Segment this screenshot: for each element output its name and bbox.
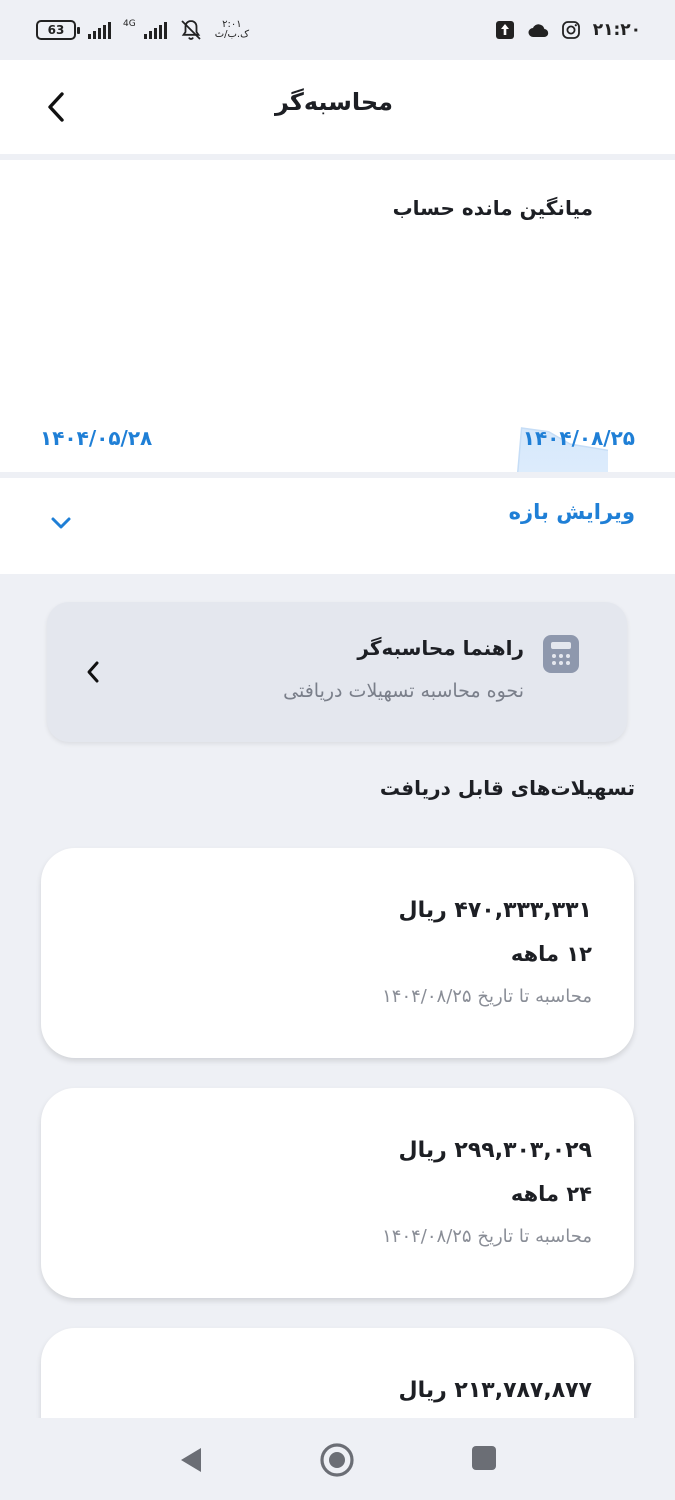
- app-header: محاسبه‌گر: [0, 60, 675, 154]
- upload-icon: [495, 21, 514, 39]
- balance-chart-card: میانگین مانده حساب ۱۴۰۴/۰۵/۲۸ ۱۴۰۴/۰۸/۲۵: [0, 160, 675, 472]
- loan-term: ۲۴ ماهه: [510, 1182, 592, 1206]
- status-bar: 63 4G ۲:۰۱ ک.ب/ث ۲۱:۲۰: [0, 0, 675, 60]
- cloud-icon: [528, 24, 548, 38]
- nav-recent-icon[interactable]: [472, 1446, 496, 1470]
- battery-indicator: 63: [36, 20, 80, 40]
- clock: ۲۱:۲۰: [592, 20, 641, 40]
- status-bar-right: ۲۱:۲۰: [495, 20, 641, 40]
- loan-amount: ۲۹۹,۳۰۳,۰۲۹ ریال: [398, 1138, 592, 1163]
- guide-title: راهنما محاسبه‌گر: [357, 636, 524, 660]
- loan-amount: ۲۱۳,۷۸۷,۸۷۷ ریال: [398, 1378, 592, 1403]
- loan-card[interactable]: ۲۹۹,۳۰۳,۰۲۹ ریال ۲۴ ماهه محاسبه تا تاریخ…: [41, 1088, 634, 1298]
- guide-subtitle: نحوه محاسبه تسهیلات دریافتی: [283, 680, 524, 702]
- nav-home-icon[interactable]: [319, 1442, 355, 1478]
- chevron-down-icon[interactable]: [50, 516, 72, 530]
- chevron-left-icon[interactable]: [85, 660, 101, 684]
- loan-card[interactable]: ۴۷۰,۳۳۳,۳۳۱ ریال ۱۲ ماهه محاسبه تا تاریخ…: [41, 848, 634, 1058]
- back-button[interactable]: [38, 88, 74, 126]
- loan-note: محاسبه تا تاریخ ۱۴۰۴/۰۸/۲۵: [382, 1226, 592, 1247]
- instagram-icon: [561, 21, 580, 39]
- nav-back-icon[interactable]: [178, 1446, 204, 1474]
- data-speed: ۲:۰۱ ک.ب/ث: [215, 20, 249, 40]
- loan-amount: ۴۷۰,۳۳۳,۳۳۱ ریال: [398, 898, 592, 923]
- chart-start-date: ۱۴۰۴/۰۵/۲۸: [40, 426, 153, 450]
- bell-muted-icon: [181, 20, 201, 40]
- data-speed-unit: ک.ب/ث: [214, 29, 250, 40]
- calculator-guide-card[interactable]: راهنما محاسبه‌گر نحوه محاسبه تسهیلات دری…: [47, 602, 627, 742]
- edit-range-label: ویرایش بازه: [508, 500, 635, 524]
- system-nav-bar: [0, 1418, 675, 1500]
- page-title: محاسبه‌گر: [274, 88, 393, 116]
- edit-range-row[interactable]: ویرایش بازه: [0, 478, 675, 574]
- calculator-icon: [543, 635, 579, 673]
- network-type: 4G: [123, 19, 136, 29]
- chart-end-date: ۱۴۰۴/۰۸/۲۵: [522, 426, 635, 450]
- section-title: تسهیلات‌های قابل دریافت: [379, 776, 635, 800]
- status-bar-left: 63 4G ۲:۰۱ ک.ب/ث: [36, 18, 249, 42]
- loan-note: محاسبه تا تاریخ ۱۴۰۴/۰۸/۲۵: [382, 986, 592, 1007]
- signal-icon: [88, 21, 111, 39]
- signal-icon-secondary: [143, 21, 167, 39]
- battery-level: 63: [47, 23, 65, 37]
- loan-term: ۱۲ ماهه: [510, 942, 592, 966]
- chevron-left-icon: [48, 92, 64, 122]
